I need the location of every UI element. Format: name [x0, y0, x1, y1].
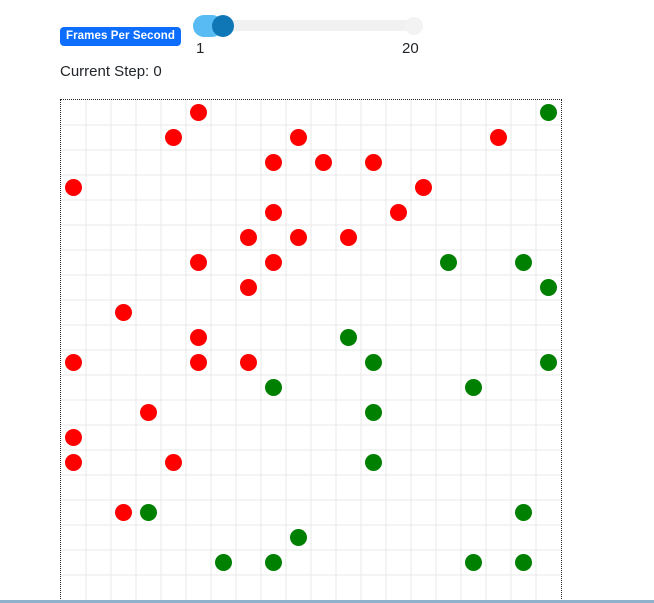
- red-agent: [340, 229, 357, 246]
- green-agent: [265, 379, 282, 396]
- green-agent: [365, 354, 382, 371]
- red-agent: [65, 429, 82, 446]
- slider-max-label: 20: [402, 40, 419, 57]
- green-agent: [265, 554, 282, 571]
- red-agent: [190, 254, 207, 271]
- green-agent: [140, 504, 157, 521]
- green-agent: [290, 529, 307, 546]
- green-agent: [465, 379, 482, 396]
- fps-label-badge: Frames Per Second: [60, 27, 181, 46]
- green-agent: [340, 329, 357, 346]
- red-agent: [265, 204, 282, 221]
- red-agent: [65, 454, 82, 471]
- green-agent: [365, 454, 382, 471]
- grid-canvas: [61, 100, 561, 600]
- red-agent: [365, 154, 382, 171]
- green-agent: [440, 254, 457, 271]
- red-agent: [265, 254, 282, 271]
- red-agent: [65, 179, 82, 196]
- red-agent: [190, 104, 207, 121]
- green-agent: [365, 404, 382, 421]
- fps-slider[interactable]: [193, 15, 423, 37]
- red-agent: [290, 129, 307, 146]
- red-agent: [240, 279, 257, 296]
- green-agent: [540, 354, 557, 371]
- green-agent: [515, 554, 532, 571]
- green-agent: [540, 104, 557, 121]
- red-agent: [390, 204, 407, 221]
- red-agent: [240, 229, 257, 246]
- red-agent: [415, 179, 432, 196]
- green-agent: [515, 254, 532, 271]
- red-agent: [165, 129, 182, 146]
- green-agent: [465, 554, 482, 571]
- red-agent: [165, 454, 182, 471]
- red-agent: [490, 129, 507, 146]
- red-agent: [190, 354, 207, 371]
- simulation-page: Frames Per Second 1 20 Current Step: 0: [0, 0, 654, 603]
- green-agent: [515, 504, 532, 521]
- red-agent: [65, 354, 82, 371]
- red-agent: [140, 404, 157, 421]
- green-agent: [215, 554, 232, 571]
- red-agent: [265, 154, 282, 171]
- red-agent: [115, 504, 132, 521]
- simulation-grid: [60, 99, 562, 601]
- red-agent: [315, 154, 332, 171]
- slider-min-label: 1: [196, 40, 205, 57]
- red-agent: [190, 329, 207, 346]
- red-agent: [115, 304, 132, 321]
- slider-handle[interactable]: [212, 15, 234, 37]
- red-agent: [240, 354, 257, 371]
- slider-end-marker: [405, 17, 423, 35]
- red-agent: [290, 229, 307, 246]
- green-agent: [540, 279, 557, 296]
- current-step-text: Current Step: 0: [60, 63, 162, 80]
